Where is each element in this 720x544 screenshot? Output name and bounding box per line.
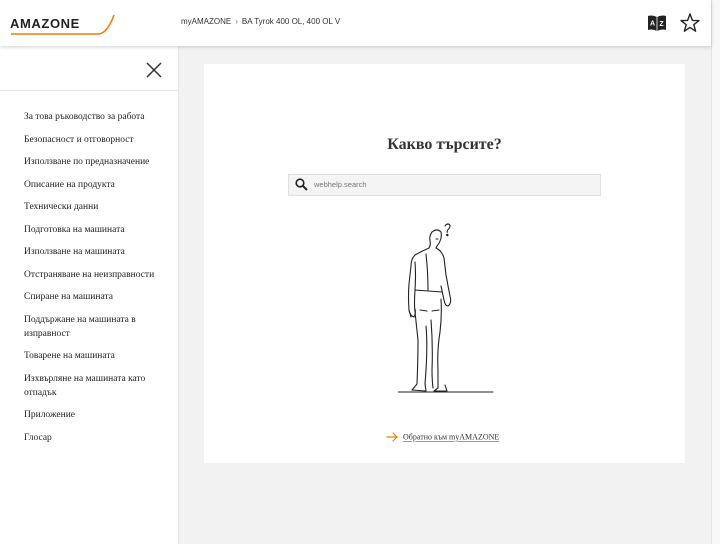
sidebar-item-about-manual[interactable]: За това ръководство за работа xyxy=(24,110,172,124)
search-card: Какво търсите? webhelp.search Обратно къ… xyxy=(204,64,685,463)
sidebar-item-glossary[interactable]: Глосар xyxy=(24,431,172,445)
back-link-label: Обратно към myAMAZONE xyxy=(403,432,500,442)
sidebar-item-technical-data[interactable]: Технически данни xyxy=(24,200,172,214)
sidebar-item-product-description[interactable]: Описание на продукта xyxy=(24,178,172,192)
breadcrumb-separator: › xyxy=(235,17,238,26)
confused-man-illustration xyxy=(397,220,494,396)
sidebar-item-maintenance[interactable]: Поддържане на машината в изправност xyxy=(24,313,172,341)
breadcrumb-current: BA Tyrok 400 OL, 400 OL V xyxy=(241,17,341,26)
sidebar-divider xyxy=(0,90,178,91)
search-icon[interactable] xyxy=(295,178,308,191)
breadcrumb: myAMAZONE › BA Tyrok 400 OL, 400 OL V xyxy=(181,17,340,26)
search-box[interactable] xyxy=(288,174,601,196)
page-title: Какво търсите? xyxy=(387,136,502,153)
sidebar-item-using-machine[interactable]: Използване на машината xyxy=(24,245,172,259)
page-scrollbar[interactable] xyxy=(711,0,720,544)
back-to-myamazone-link[interactable]: Обратно към myAMAZONE xyxy=(386,432,499,442)
svg-text:Z: Z xyxy=(659,21,664,28)
search-input[interactable] xyxy=(314,177,594,192)
breadcrumb-home-link[interactable]: myAMAZONE xyxy=(181,17,231,26)
arrow-right-icon xyxy=(386,432,398,442)
star-icon[interactable] xyxy=(679,12,701,34)
glossary-az-icon[interactable]: A Z xyxy=(646,12,668,34)
sidebar-item-disposal[interactable]: Изхвърляне на машината като отпадък xyxy=(24,372,172,400)
sidebar-item-preparing-machine[interactable]: Подготовка на машината xyxy=(24,223,172,237)
svg-text:A: A xyxy=(650,21,655,28)
sidebar-item-safety[interactable]: Безопасност и отговорност xyxy=(24,133,172,147)
sidebar-item-appendix[interactable]: Приложение xyxy=(24,408,172,422)
header: AMAZONE myAMAZONE › BA Tyrok 400 OL, 400 O… xyxy=(0,0,711,46)
sidebar-item-stopping-machine[interactable]: Спиране на машината xyxy=(24,290,172,304)
sidebar-item-intended-use[interactable]: Използване по предназначение xyxy=(24,155,172,169)
sidebar-item-loading-machine[interactable]: Товарене на машината xyxy=(24,349,172,363)
amazone-logo[interactable]: AMAZONE xyxy=(10,13,116,37)
sidebar-item-troubleshooting[interactable]: Отстраняване на неизправности xyxy=(24,268,172,282)
sidebar-nav: За това ръководство за работа Безопаснос… xyxy=(24,110,172,453)
sidebar: За това ръководство за работа Безопаснос… xyxy=(0,46,179,544)
logo-swoosh-icon xyxy=(11,14,115,35)
close-icon[interactable] xyxy=(145,61,163,79)
